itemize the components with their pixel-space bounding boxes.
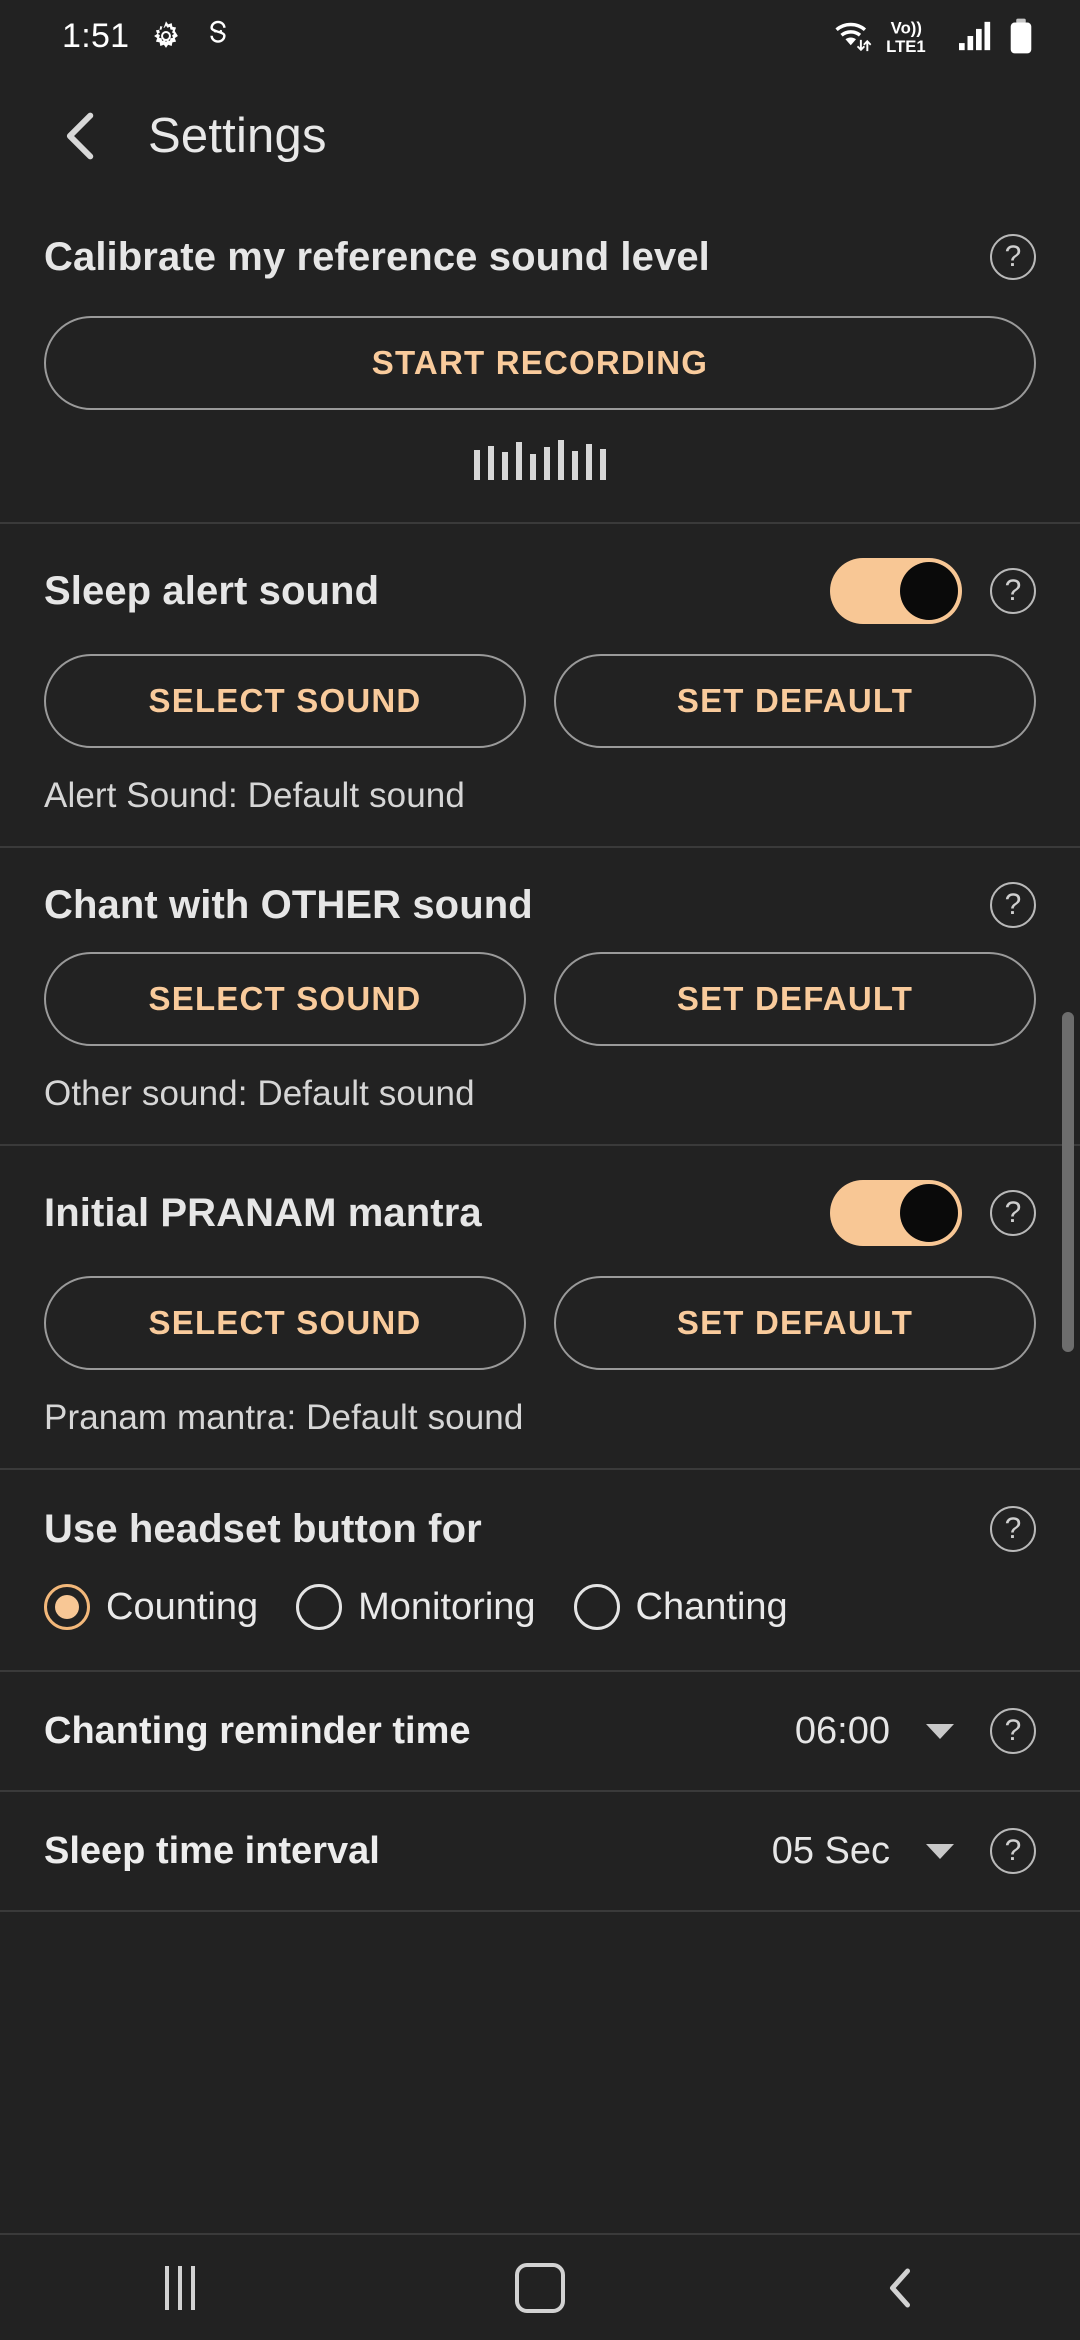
help-circle-icon[interactable]: ? — [990, 882, 1036, 928]
status-bar-right: Vo)) LTE1 — [833, 17, 1034, 55]
headset-header: Use headset button for ? — [44, 1506, 1036, 1552]
volte-icon: Vo)) LTE1 — [886, 19, 926, 55]
status-bar-left: 1:51 — [62, 19, 233, 53]
toggle-knob — [900, 1184, 958, 1242]
radio-option-monitoring[interactable]: Monitoring — [296, 1584, 536, 1630]
recents-icon — [165, 2265, 195, 2310]
chevron-down-icon[interactable] — [926, 1843, 954, 1859]
row-sleep-time-interval[interactable]: Sleep time interval 05 Sec ? — [0, 1792, 1080, 1910]
status-bar: 1:51 Vo)) LTE1 — [0, 0, 1080, 72]
settings-gear-icon — [154, 21, 179, 48]
battery-icon — [1010, 18, 1032, 54]
pranam-set-default-button[interactable]: SET DEFAULT — [554, 1276, 1036, 1370]
pranam-toggle[interactable] — [830, 1180, 962, 1246]
headset-radio-group: Counting Monitoring Chanting — [44, 1584, 1036, 1630]
radio-option-counting[interactable]: Counting — [44, 1584, 258, 1630]
divider — [0, 1910, 1080, 1912]
phone-screen: 1:51 Vo)) LTE1 Settings Calibrate my ref… — [0, 0, 1080, 2340]
settings-scroll-area[interactable]: Calibrate my reference sound level ? STA… — [0, 200, 1080, 2235]
chant-other-set-default-button[interactable]: SET DEFAULT — [554, 952, 1036, 1046]
pranam-controls: ? — [830, 1180, 1036, 1246]
nav-home-button[interactable] — [450, 2235, 630, 2340]
section-headset-button: Use headset button for ? Counting Monito… — [0, 1470, 1080, 1670]
pranam-note: Pranam mantra: Default sound — [44, 1398, 524, 1437]
help-circle-icon[interactable]: ? — [990, 1190, 1036, 1236]
pranam-header: Initial PRANAM mantra ? — [44, 1180, 1036, 1246]
chanting-reminder-label: Chanting reminder time — [44, 1709, 471, 1752]
section-chant-other-sound: Chant with OTHER sound ? SELECT SOUND SE… — [0, 848, 1080, 1144]
radio-mark — [296, 1584, 343, 1630]
sleep-interval-label: Sleep time interval — [44, 1829, 380, 1872]
sleep-interval-value[interactable]: 05 Sec — [740, 1830, 890, 1873]
chant-other-select-sound-button[interactable]: SELECT SOUND — [44, 952, 526, 1046]
sleep-alert-controls: ? — [830, 558, 1036, 624]
calibrate-header: Calibrate my reference sound level ? — [44, 234, 1036, 280]
radio-mark — [573, 1584, 620, 1630]
sleep-alert-select-sound-button[interactable]: SELECT SOUND — [44, 654, 526, 748]
help-circle-icon[interactable]: ? — [990, 1506, 1036, 1552]
section-pranam-mantra: Initial PRANAM mantra ? SELECT SOUND SET… — [0, 1146, 1080, 1468]
app-notification-icon — [210, 20, 226, 43]
page-title: Settings — [148, 109, 327, 163]
toggle-knob — [900, 562, 958, 620]
chevron-down-icon[interactable] — [926, 1723, 954, 1739]
chant-other-buttons: SELECT SOUND SET DEFAULT — [44, 952, 1036, 1046]
svg-text:Vo)): Vo)) — [891, 19, 922, 38]
back-button[interactable] — [44, 99, 118, 173]
signal-bars-icon — [959, 21, 991, 51]
section-sleep-alert-sound: Sleep alert sound ? SELECT SOUND SET DEF… — [0, 524, 1080, 846]
radio-label: Chanting — [635, 1585, 788, 1628]
pranam-title: Initial PRANAM mantra — [44, 1190, 482, 1235]
headset-title: Use headset button for — [44, 1506, 482, 1551]
chant-other-header: Chant with OTHER sound ? — [44, 882, 1036, 928]
chant-other-title: Chant with OTHER sound — [44, 882, 533, 927]
wifi-icon — [835, 22, 872, 52]
chanting-reminder-value[interactable]: 06:00 — [740, 1710, 890, 1753]
svg-text:LTE1: LTE1 — [886, 37, 926, 55]
start-recording-button[interactable]: START RECORDING — [44, 316, 1036, 410]
sleep-alert-buttons: SELECT SOUND SET DEFAULT — [44, 654, 1036, 748]
sleep-alert-header: Sleep alert sound ? — [44, 558, 1036, 624]
radio-mark — [44, 1584, 90, 1630]
vertical-scrollbar[interactable] — [1062, 1012, 1074, 1352]
calibrate-title: Calibrate my reference sound level — [44, 234, 710, 279]
sleep-alert-title: Sleep alert sound — [44, 568, 380, 613]
home-icon — [515, 2262, 565, 2313]
row-chanting-reminder-time[interactable]: Chanting reminder time 06:00 ? — [0, 1672, 1080, 1790]
system-nav-bar — [0, 2233, 1080, 2340]
help-circle-icon[interactable]: ? — [990, 1708, 1036, 1754]
chanting-reminder-controls: 06:00 ? — [740, 1708, 1036, 1754]
help-circle-icon[interactable]: ? — [990, 568, 1036, 614]
radio-label: Counting — [106, 1585, 259, 1628]
nav-recents-button[interactable] — [90, 2235, 270, 2340]
radio-label: Monitoring — [358, 1585, 536, 1628]
help-circle-icon[interactable]: ? — [990, 1828, 1036, 1874]
sleep-alert-set-default-button[interactable]: SET DEFAULT — [554, 654, 1036, 748]
back-chevron-icon — [889, 2268, 911, 2307]
sleep-interval-controls: 05 Sec ? — [740, 1828, 1036, 1874]
status-clock: 1:51 — [62, 17, 130, 55]
sleep-alert-toggle[interactable] — [830, 558, 962, 624]
pranam-select-sound-button[interactable]: SELECT SOUND — [44, 1276, 526, 1370]
chevron-left-icon — [66, 112, 94, 160]
help-circle-icon[interactable]: ? — [990, 234, 1036, 280]
pranam-buttons: SELECT SOUND SET DEFAULT — [44, 1276, 1036, 1370]
sleep-alert-note: Alert Sound: Default sound — [44, 776, 465, 815]
chant-other-note: Other sound: Default sound — [44, 1074, 475, 1113]
radio-option-chanting[interactable]: Chanting — [573, 1584, 788, 1630]
section-calibrate: Calibrate my reference sound level ? STA… — [0, 200, 1080, 522]
app-bar: Settings — [0, 72, 1080, 200]
nav-back-button[interactable] — [810, 2235, 990, 2340]
sound-level-meter — [44, 436, 1036, 480]
